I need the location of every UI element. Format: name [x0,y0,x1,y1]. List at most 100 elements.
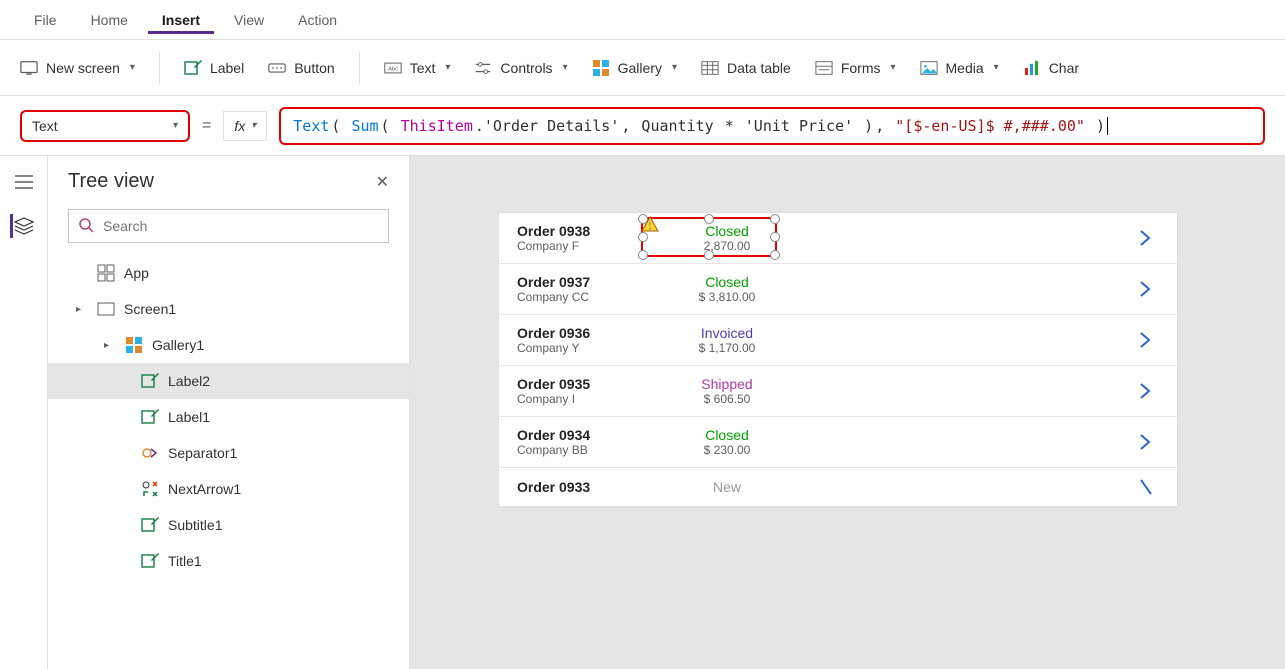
gallery-icon [124,335,144,355]
menu-home[interactable]: Home [77,6,142,34]
media-dropdown[interactable]: Media ▾ [920,59,999,77]
menu-insert[interactable]: Insert [148,6,214,34]
data-table-label: Data table [727,60,791,76]
tree-node-label2[interactable]: Label2 [48,363,409,399]
menu-file[interactable]: File [20,6,71,34]
expander-icon: ▸ [76,304,88,315]
tree-node-nextarrow1[interactable]: NextArrow1 [48,471,409,507]
close-icon[interactable]: ✕ [376,172,389,192]
gallery-dropdown[interactable]: Gallery ▾ [592,59,677,77]
app-grid-icon [96,263,116,283]
label-edit-icon [140,371,160,391]
order-id: Order 0934 [517,427,637,443]
chevron-down-icon: ▾ [994,62,999,73]
tree-node-separator1[interactable]: Separator1 [48,435,409,471]
insert-label-button[interactable]: Label [184,59,244,77]
order-id: Order 0935 [517,376,637,392]
equals-label: = [202,117,211,135]
tree-view-panel: Tree view ✕ App ▸ [48,156,410,669]
layers-icon[interactable] [10,214,34,238]
formula-token: ) [855,117,873,135]
insert-label-text: Label [210,60,244,76]
selection-box[interactable] [641,217,777,257]
tree-node-label: Separator1 [168,445,237,461]
screen-icon [20,59,38,77]
formula-bar: Text ▾ = fx ▾ Text( Sum( ThisItem.'Order… [0,96,1285,156]
menu-action[interactable]: Action [284,6,351,34]
data-table-button[interactable]: Data table [701,59,791,77]
new-screen-label: New screen [46,60,120,76]
ribbon: New screen ▾ Label Button Abc Text ▾ Con… [0,40,1285,96]
formula-token: 'Unit Price' [745,117,853,135]
formula-token: Text [293,117,329,135]
chevron-right-icon[interactable] [1139,382,1159,400]
property-dropdown[interactable]: Text ▾ [20,110,190,142]
label-edit-icon [184,59,202,77]
menu-bar: File Home Insert View Action [0,0,1285,40]
tree-node-title1[interactable]: Title1 [48,543,409,579]
text-cursor [1107,117,1108,135]
chevron-down-icon: ▾ [173,120,178,131]
order-row[interactable]: Order 0933New [499,468,1177,507]
chevron-down-icon: ▾ [672,62,677,73]
order-row[interactable]: Order 0935Company IShipped$ 606.50 [499,366,1177,417]
search-input[interactable] [68,209,389,243]
svg-text:Abc: Abc [388,66,398,72]
order-row[interactable]: Order 0937Company CCClosed$ 3,810.00 [499,264,1177,315]
fx-button[interactable]: fx ▾ [223,111,267,141]
label-edit-icon [140,407,160,427]
tree-node-label: NextArrow1 [168,481,241,497]
order-price: $ 230.00 [657,443,797,457]
tree-node-app[interactable]: App [48,255,409,291]
order-row[interactable]: Order 0936Company YInvoiced$ 1,170.00 [499,315,1177,366]
tree-node-label: Label1 [168,409,210,425]
icons-collection-icon [140,479,160,499]
form-icon [815,59,833,77]
tree-node-label: Subtitle1 [168,517,222,533]
app-canvas[interactable]: Order 0938Company FClosed2,870.00Order 0… [410,156,1285,669]
tree-node-screen1[interactable]: ▸ Screen1 [48,291,409,327]
media-image-icon [920,59,938,77]
ribbon-divider [359,52,360,84]
chevron-right-icon[interactable] [1139,478,1159,496]
gallery-dropdown-label: Gallery [618,60,662,76]
text-dropdown[interactable]: Abc Text ▾ [384,59,451,77]
formula-token: ) [1087,117,1105,135]
order-row[interactable]: Order 0934Company BBClosed$ 230.00 [499,417,1177,468]
search-icon [78,217,94,233]
expander-icon: ▸ [104,340,116,351]
menu-view[interactable]: View [220,6,278,34]
formula-token: .'Order Details' [475,117,620,135]
insert-button-text: Button [294,60,334,76]
gallery-preview[interactable]: Order 0938Company FClosed2,870.00Order 0… [498,212,1178,508]
new-screen-button[interactable]: New screen ▾ [20,59,135,77]
tree-node-label1[interactable]: Label1 [48,399,409,435]
text-abc-icon: Abc [384,59,402,77]
formula-token: , [875,117,893,135]
tree: App ▸ Screen1 ▸ Gallery1 Label2 [48,255,409,669]
chevron-right-icon[interactable] [1139,280,1159,298]
tree-node-subtitle1[interactable]: Subtitle1 [48,507,409,543]
chart-bars-icon [1023,59,1041,77]
tree-node-gallery1[interactable]: ▸ Gallery1 [48,327,409,363]
formula-token: Quantity [641,117,713,135]
tree-node-label: Screen1 [124,301,176,317]
chevron-right-icon[interactable] [1139,433,1159,451]
hamburger-icon[interactable] [12,170,36,194]
order-row[interactable]: Order 0938Company FClosed2,870.00 [499,213,1177,264]
controls-dropdown[interactable]: Controls ▾ [474,59,567,77]
screen-icon [96,299,116,319]
charts-dropdown[interactable]: Char [1023,59,1079,77]
order-id: Order 0938 [517,223,637,239]
order-status: New [657,479,797,495]
formula-input[interactable]: Text( Sum( ThisItem.'Order Details', Qua… [279,107,1265,145]
order-status: Closed [657,427,797,443]
chevron-right-icon[interactable] [1139,229,1159,247]
order-price: $ 606.50 [657,392,797,406]
order-price: $ 3,810.00 [657,290,797,304]
button-icon [268,59,286,77]
chevron-down-icon: ▾ [130,62,135,73]
insert-button-button[interactable]: Button [268,59,334,77]
forms-dropdown[interactable]: Forms ▾ [815,59,896,77]
chevron-right-icon[interactable] [1139,331,1159,349]
